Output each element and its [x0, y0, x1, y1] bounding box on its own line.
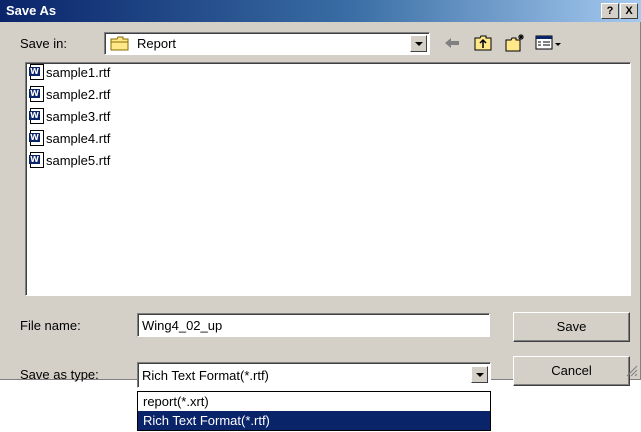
save-in-dropdown[interactable]: Report: [104, 32, 430, 55]
resize-grip-icon[interactable]: [626, 365, 638, 377]
save-button[interactable]: Save: [513, 312, 630, 342]
help-button[interactable]: ?: [601, 3, 619, 19]
save-as-type-option[interactable]: report(*.xrt): [138, 392, 490, 411]
window-title: Save As: [6, 3, 57, 18]
new-folder-icon: [505, 34, 524, 52]
views-menu-button[interactable]: [534, 33, 564, 53]
up-folder-button[interactable]: [472, 33, 494, 53]
file-name: sample4.rtf: [46, 130, 111, 146]
back-button[interactable]: [441, 33, 463, 53]
folder-icon: [110, 36, 130, 54]
save-as-type-dropdown[interactable]: Rich Text Format(*.rtf): [137, 362, 491, 388]
file-item[interactable]: W sample4.rtf: [29, 129, 111, 147]
file-item[interactable]: W sample5.rtf: [29, 151, 111, 169]
save-in-label: Save in:: [20, 36, 67, 51]
title-bar[interactable]: Save As ? X: [0, 0, 641, 22]
new-folder-button[interactable]: [504, 33, 526, 53]
cancel-button[interactable]: Cancel: [513, 356, 630, 386]
word-document-icon: W: [29, 86, 44, 102]
file-name-field[interactable]: Wing4_02_up: [137, 313, 490, 337]
save-in-value: Report: [137, 36, 177, 51]
file-name-label: File name:: [20, 318, 81, 333]
word-document-icon: W: [29, 108, 44, 124]
word-document-icon: W: [29, 130, 44, 146]
save-as-dialog: Save As ? X Save in: Report W sample1.rt…: [0, 0, 641, 388]
file-name-value: Wing4_02_up: [142, 318, 223, 333]
close-button[interactable]: X: [620, 3, 638, 19]
views-menu-icon: [535, 35, 561, 50]
save-as-type-dropdown-button[interactable]: [471, 366, 488, 383]
file-item[interactable]: W sample1.rtf: [29, 63, 111, 81]
file-name: sample5.rtf: [46, 152, 111, 168]
save-as-type-options[interactable]: report(*.xrt) Rich Text Format(*.rtf): [137, 391, 491, 431]
word-document-icon: W: [29, 64, 44, 80]
save-as-type-option-selected[interactable]: Rich Text Format(*.rtf): [138, 411, 490, 430]
save-in-dropdown-button[interactable]: [410, 35, 427, 52]
save-as-type-value: Rich Text Format(*.rtf): [142, 368, 269, 383]
word-document-icon: W: [29, 152, 44, 168]
file-name: sample1.rtf: [46, 64, 111, 80]
file-name: sample2.rtf: [46, 86, 111, 102]
file-item[interactable]: W sample3.rtf: [29, 107, 111, 125]
file-item[interactable]: W sample2.rtf: [29, 85, 111, 103]
file-list[interactable]: W sample1.rtf W sample2.rtf W sample3.rt…: [25, 62, 631, 296]
up-folder-icon: [474, 35, 492, 51]
back-arrow-icon: [445, 38, 459, 48]
save-as-type-label: Save as type:: [20, 367, 99, 382]
file-name: sample3.rtf: [46, 108, 111, 124]
